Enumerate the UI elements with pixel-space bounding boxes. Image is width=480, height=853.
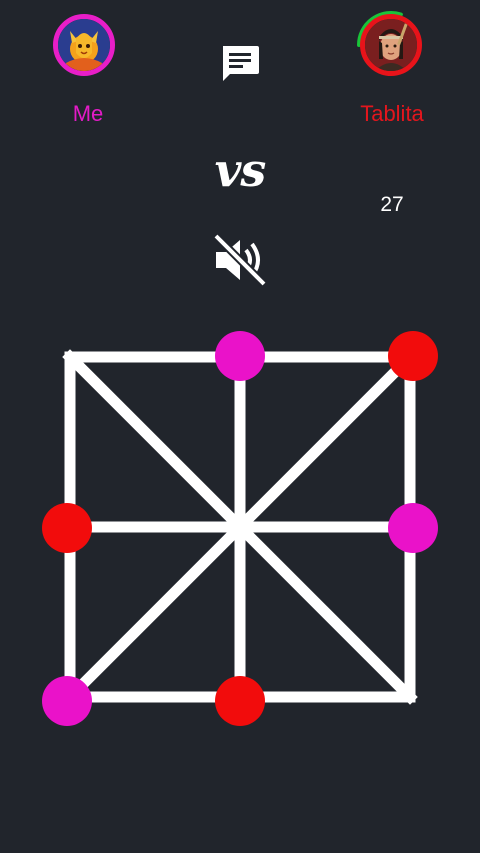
board-lines — [62, 349, 418, 705]
opponent-piece-middle-left[interactable] — [42, 503, 92, 553]
chat-icon[interactable] — [218, 42, 262, 86]
opponent-piece-bottom-center[interactable] — [215, 676, 265, 726]
opponent-piece-top-right[interactable] — [388, 331, 438, 381]
warrior-avatar-icon — [365, 19, 417, 71]
game-board[interactable] — [0, 300, 480, 760]
turn-timer-countdown: 27 — [380, 193, 404, 216]
my-piece-middle-right[interactable] — [388, 503, 438, 553]
my-player-name: Me — [72, 101, 104, 126]
vs-label: vs — [214, 143, 267, 197]
opponent-player-name: Tablita — [360, 101, 424, 126]
my-piece-top-center[interactable] — [215, 331, 265, 381]
volume-muted-icon[interactable] — [210, 232, 270, 288]
opponent-avatar — [360, 14, 422, 76]
phoenix-avatar-icon — [58, 19, 110, 71]
my-avatar — [53, 14, 115, 76]
my-piece-bottom-left[interactable] — [42, 676, 92, 726]
